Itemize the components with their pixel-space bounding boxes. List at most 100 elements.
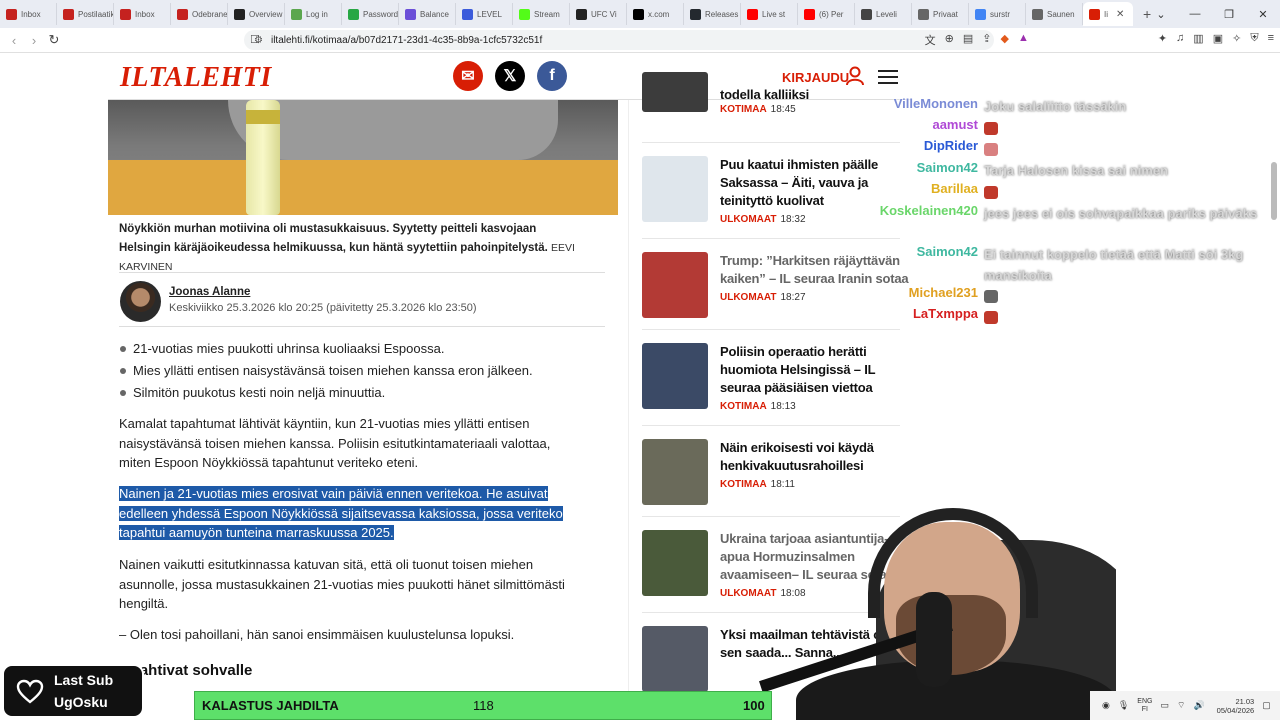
news-thumbnail[interactable]	[642, 72, 708, 112]
tab-favicon-icon	[6, 8, 17, 20]
news-thumbnail[interactable]	[642, 626, 708, 692]
browser-tab[interactable]: UFC Vi	[570, 3, 627, 25]
browser-tab[interactable]: Postilaatikko	[57, 3, 114, 25]
paragraph: Nainen vaikutti esitutkinnassa katuvan s…	[119, 557, 565, 611]
news-section[interactable]: KOTIMAA	[720, 479, 767, 490]
language-bottom: FI	[1141, 705, 1148, 713]
browser-tab[interactable]: Odebrane	[171, 3, 228, 25]
news-title[interactable]: Poliisin operaatio herätti huomiota Hels…	[720, 343, 910, 397]
user-icon[interactable]	[846, 66, 864, 86]
browser-tab[interactable]: LEVEL	[456, 3, 513, 25]
news-title[interactable]: Näin erikoisesti voi käydä henkivakuutus…	[720, 439, 910, 475]
translate-icon[interactable]: 文	[925, 32, 936, 48]
browser-tab[interactable]: Ii ✕	[1083, 2, 1133, 26]
browser-tab[interactable]: (6) Per	[798, 3, 855, 25]
reload-icon[interactable]: ↻	[44, 32, 64, 48]
media-icon[interactable]: ♫	[1176, 32, 1184, 48]
wifi-icon[interactable]: ⌔	[1177, 700, 1185, 711]
monitor-icon[interactable]: ▭	[1160, 700, 1169, 711]
close-window-button[interactable]: ✕	[1246, 8, 1280, 21]
zoom-icon[interactable]: ⊕	[945, 32, 954, 48]
reader-icon[interactable]: ▤	[963, 32, 973, 48]
list-item: Mies yllätti entisen naisystävänsä toise…	[120, 360, 533, 382]
volume-icon[interactable]: 🔊	[1193, 700, 1204, 711]
facebook-share-icon[interactable]: f	[537, 61, 567, 91]
news-thumbnail[interactable]	[642, 439, 708, 505]
author-name[interactable]: Joonas Alanne	[169, 286, 250, 298]
news-thumbnail[interactable]	[642, 343, 708, 409]
divider	[642, 425, 900, 426]
browser-tab[interactable]: Log in	[285, 3, 342, 25]
news-time: 18:32	[780, 214, 806, 225]
extension-icons: 文 ⊕ ▤ ⇪ ◆ ▲ ✦ ♫ ▥ ▣ ✧ ⛨ ≡	[925, 32, 1274, 48]
browser-tab[interactable]: Releases	[684, 3, 741, 25]
screen: Inbox Postilaatikko Inbox Odebrane Overview L…	[0, 0, 1280, 720]
address-bar[interactable]: ⚙ iltalehti.fi/kotimaa/a/b07d2171-23d1-4…	[244, 30, 994, 50]
news-section[interactable]: ULKOMAAT	[720, 292, 776, 303]
hamburger-menu-icon[interactable]	[878, 70, 898, 84]
news-section[interactable]: KOTIMAA	[720, 104, 767, 115]
news-item[interactable]: Poliisin operaatio herätti huomiota Hels…	[642, 343, 912, 423]
wallet-icon[interactable]: ▣	[1213, 32, 1223, 48]
share-icon[interactable]: ⇪	[982, 32, 991, 48]
browser-tab[interactable]: Overview	[228, 3, 285, 25]
tab-favicon-icon	[747, 8, 758, 20]
news-thumbnail[interactable]	[642, 156, 708, 222]
chat-emote-icon	[984, 311, 998, 325]
browser-tab[interactable]: Privaat	[912, 3, 969, 25]
browser-tab[interactable]: Passwords	[342, 3, 399, 25]
chat-username: Koskelainen420	[879, 203, 978, 218]
browser-tab[interactable]: Balance	[399, 3, 456, 25]
tab-search-icon[interactable]: ⌄	[1144, 8, 1178, 21]
news-thumbnail[interactable]	[642, 530, 708, 596]
tab-label: Stream	[534, 9, 560, 19]
news-section[interactable]: KOTIMAA	[720, 401, 767, 412]
minimize-button[interactable]: —	[1178, 8, 1212, 20]
back-icon[interactable]: ‹	[4, 33, 24, 48]
bookmark-icon[interactable]: ☐	[250, 33, 260, 46]
tab-label: Overview	[249, 9, 283, 19]
menu-icon[interactable]: ≡	[1268, 32, 1274, 48]
summary-bullets: 21-vuotias mies puukotti uhrinsa kuoliaa…	[120, 338, 533, 404]
browser-tab[interactable]: Inbox	[0, 3, 57, 25]
browser-tab[interactable]: Inbox	[114, 3, 171, 25]
chat-emote-icon	[984, 122, 998, 136]
news-thumbnail[interactable]	[642, 252, 708, 318]
x-share-icon[interactable]: 𝕏	[495, 61, 525, 91]
maximize-button[interactable]: ❐	[1212, 8, 1246, 21]
browser-tab[interactable]: Stream	[513, 3, 570, 25]
news-section[interactable]: ULKOMAAT	[720, 214, 776, 225]
network-icon[interactable]: ◉	[1102, 700, 1110, 711]
brave-shield-icon[interactable]: ◆	[1000, 32, 1008, 48]
url-text[interactable]: iltalehti.fi/kotimaa/a/b07d2171-23d1-4c3…	[271, 35, 542, 46]
browser-tab[interactable]: Saunen	[1026, 3, 1083, 25]
notification-icon[interactable]: ▢	[1262, 700, 1271, 711]
leo-icon[interactable]: ✧	[1232, 32, 1241, 48]
tab-label: Odebrane	[192, 9, 228, 19]
author-avatar[interactable]	[120, 281, 161, 322]
mic-tray-icon[interactable]: 🎙	[1118, 700, 1129, 711]
scrollbar-thumb[interactable]	[1271, 162, 1277, 220]
email-share-icon[interactable]: ✉	[453, 61, 483, 91]
login-link[interactable]: KIRJAUDU	[782, 70, 849, 85]
rewards-icon[interactable]: ▲	[1018, 32, 1029, 48]
sidebar-icon[interactable]: ▥	[1193, 32, 1203, 48]
forward-icon[interactable]: ›	[24, 33, 44, 48]
tab-favicon-icon	[519, 8, 530, 20]
tab-close-icon[interactable]: ✕	[1112, 9, 1128, 20]
site-logo[interactable]: ILTALEHTI	[120, 62, 272, 94]
browser-tab[interactable]: Leveli	[855, 3, 912, 25]
browser-tab[interactable]: Live st	[741, 3, 798, 25]
language-indicator[interactable]: ENG FI	[1137, 698, 1152, 714]
chat-username: Saimon42	[916, 244, 978, 259]
page-scrollbar[interactable]	[1268, 54, 1280, 720]
chat-text	[984, 306, 1264, 327]
vpn-icon[interactable]: ⛨	[1250, 32, 1258, 48]
browser-tab[interactable]: surstr	[969, 3, 1026, 25]
browser-tab[interactable]: x.com	[627, 3, 684, 25]
chat-emote-icon	[984, 186, 998, 200]
system-clock[interactable]: 21.03 05/04/2026	[1217, 697, 1255, 715]
extensions-icon[interactable]: ✦	[1158, 32, 1167, 48]
tab-favicon-icon	[975, 8, 986, 20]
taskbar-tray: ◉ 🎙 ENG FI ▭ ⌔ 🔊 21.03 05/04/2026 ▢	[1090, 691, 1280, 720]
